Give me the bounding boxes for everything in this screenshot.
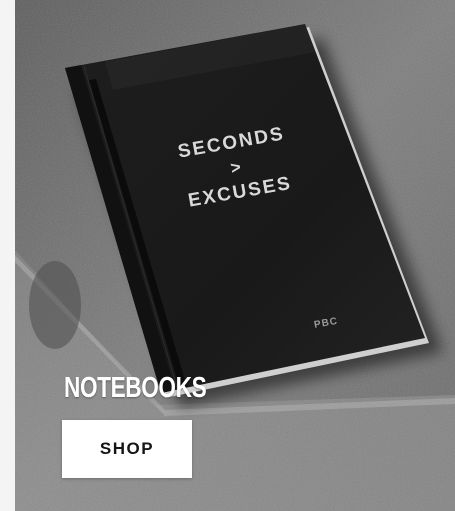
shop-button[interactable]: SHOP — [62, 420, 192, 478]
notebooks-promo-card[interactable]: SECONDS > EXCUSES PBC NOTEBOOKS SHOP — [0, 0, 455, 511]
category-title: NOTEBOOKS — [64, 372, 207, 404]
page-edge-strip — [0, 0, 15, 511]
